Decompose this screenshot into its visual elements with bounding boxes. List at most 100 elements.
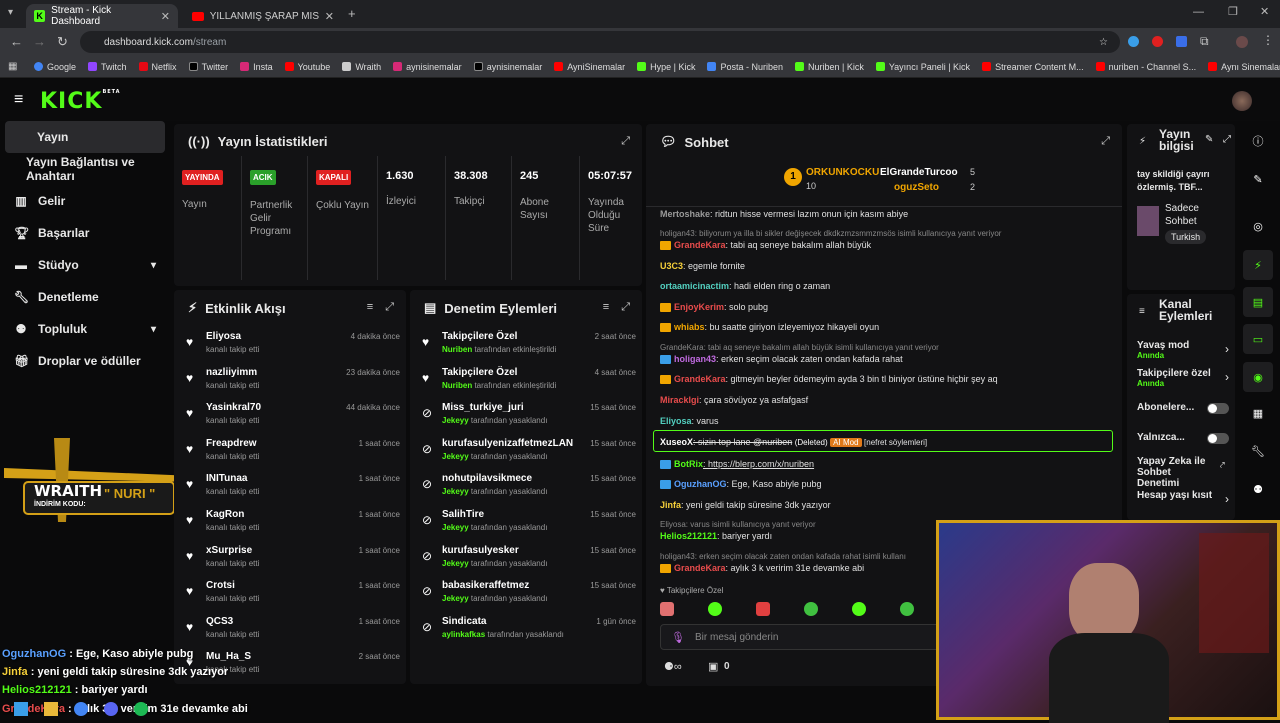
- emote-icon[interactable]: [756, 602, 770, 616]
- discord-icon[interactable]: [104, 702, 118, 716]
- chat-icon[interactable]: ▭: [1243, 324, 1273, 354]
- bookmark[interactable]: Aynı Sinemalar - Ça...: [1208, 62, 1280, 72]
- spotify-icon[interactable]: [134, 702, 148, 716]
- chat-username[interactable]: GrandeKara: [674, 563, 726, 573]
- tab-youtube[interactable]: YILLANMIŞ ŞARAP MİSALİ. | LO ✕: [184, 4, 342, 28]
- emote-icon[interactable]: [804, 602, 818, 616]
- bookmark[interactable]: Posta - Nuriben: [707, 62, 783, 72]
- microphone-icon[interactable]: 🎙︎: [671, 631, 685, 644]
- chat-input[interactable]: 🎙︎ Bir mesaj gönderin: [660, 624, 950, 650]
- infinity-icon[interactable]: ⚈∞: [664, 660, 682, 673]
- close-tab-icon[interactable]: ✕: [161, 10, 170, 23]
- chat-message[interactable]: whiabs: bu saatte giriyon izleyemiyoz hi…: [660, 322, 879, 333]
- channel-action-item[interactable]: Hesap yaşı kısıt ›: [1137, 490, 1229, 506]
- channel-action-item[interactable]: Yalnızca...: [1137, 432, 1229, 444]
- activity-row[interactable]: ♥ xSurprise kanalı takip etti 1 saat önce: [184, 540, 400, 576]
- chat-username[interactable]: EnjoyKerim: [674, 302, 724, 312]
- gift-icon[interactable]: ▣: [708, 660, 718, 673]
- chat-username[interactable]: GrandeKara: [674, 374, 726, 384]
- chat-username[interactable]: U3C3: [660, 261, 683, 271]
- chat-message[interactable]: holigan43: biliyorum ya illa bi sikler d…: [660, 228, 1001, 238]
- bookmark[interactable]: Streamer Content M...: [982, 62, 1084, 72]
- sidebar-item-yayin[interactable]: Yayın: [5, 121, 165, 153]
- toggle-switch[interactable]: [1207, 433, 1229, 444]
- moderation-row[interactable]: ⊘ babasikeraffetmez Jekeyy tarafından yasa…: [420, 575, 636, 611]
- bookmark[interactable]: aynisinemalar: [473, 62, 542, 72]
- sidebar-item-droplar[interactable]: 🎁︎ Droplar ve ödüller: [0, 345, 170, 377]
- bookmark[interactable]: Netflix: [138, 62, 177, 72]
- wrench-icon[interactable]: 🔧︎: [1243, 436, 1273, 466]
- chat-message[interactable]: Eliyosa: varus isimli kullanıcıya yanıt …: [660, 519, 816, 529]
- chat-message[interactable]: Mertoshake: ridtun hisse vermesi lazım o…: [660, 209, 908, 219]
- emote-icon[interactable]: [660, 602, 674, 616]
- bookmark[interactable]: Insta: [240, 62, 273, 72]
- channel-action-item[interactable]: Takipçilere özel Anında ›: [1137, 368, 1229, 388]
- maximize-icon[interactable]: ❐: [1228, 5, 1238, 18]
- bookmark[interactable]: AyniSinemalar: [554, 62, 625, 72]
- chat-username[interactable]: OguzhanOG: [674, 479, 727, 489]
- chat-message[interactable]: EnjoyKerim: solo pubg: [660, 302, 768, 313]
- bookmark-star-icon[interactable]: ☆: [1099, 37, 1108, 48]
- chat-message[interactable]: Helios212121: bariyer yardı: [660, 531, 772, 541]
- community-icon[interactable]: ⚉: [1243, 474, 1273, 504]
- emote-icon[interactable]: [708, 602, 722, 616]
- url-bar[interactable]: dashboard.kick.com/stream ☆: [80, 31, 1120, 53]
- kick-logo[interactable]: KICKBETA: [40, 89, 121, 114]
- extension-icon[interactable]: [1152, 36, 1163, 47]
- chat-username[interactable]: Mertoshake: [660, 209, 710, 219]
- extension-icon[interactable]: [1128, 36, 1139, 47]
- chat-message[interactable]: GrandeKara: tabi aq seneye bakalım allah…: [660, 240, 871, 251]
- user-avatar[interactable]: [1232, 91, 1252, 111]
- sidebar-item-basarilar[interactable]: 🏆︎ Başarılar: [0, 217, 170, 249]
- reload-icon[interactable]: ↻: [57, 34, 68, 50]
- chat-message[interactable]: ortaamicinactim: hadi elden ring o zaman: [660, 281, 830, 291]
- windows-start-icon[interactable]: [14, 702, 28, 716]
- moderation-row[interactable]: ⊘ nohutpilavsikmece Jekeyy tarafından yasa…: [420, 468, 636, 504]
- expand-icon[interactable]: ⤢: [1223, 134, 1231, 145]
- chat-message[interactable]: GrandeKara: aylık 3 k veririm 31e devamk…: [660, 563, 864, 574]
- document-icon[interactable]: ▤: [1243, 287, 1273, 317]
- chat-message[interactable]: XuseoX: sizin top lane @nuriben (Deleted…: [660, 437, 927, 447]
- activity-row[interactable]: ♥ Eliyosa kanalı takip etti 4 dakika önce: [184, 326, 400, 362]
- close-tab-icon[interactable]: ✕: [325, 10, 334, 23]
- activity-row[interactable]: ♥ nazliiyimm kanalı takip etti 23 dakika ön…: [184, 362, 400, 398]
- expand-icon[interactable]: ⤢: [1101, 135, 1110, 148]
- moderation-row[interactable]: ⊘ Miss_turkiye_juri Jekeyy tarafından yasa…: [420, 397, 636, 433]
- bookmark[interactable]: Youtube: [284, 62, 330, 72]
- activity-row[interactable]: ♥ KagRon kanalı takip etti 1 saat önce: [184, 504, 400, 540]
- expand-icon[interactable]: ⤢: [621, 301, 630, 314]
- chat-message[interactable]: holigan43: erken seçim olacak zaten onda…: [660, 551, 906, 561]
- folder-icon[interactable]: [44, 702, 58, 716]
- sidebar-item-stream-key[interactable]: Yayın Bağlantısı ve Anahtarı: [0, 153, 170, 185]
- chat-message[interactable]: GrandeKara: gitmeyin beyler ödemeyim ayd…: [660, 374, 998, 385]
- broadcast-icon[interactable]: ◉: [1243, 362, 1273, 392]
- chat-message[interactable]: Eliyosa: varus: [660, 416, 719, 426]
- bookmark[interactable]: Twitter: [188, 62, 228, 72]
- moderation-row[interactable]: ⊘ kurufasulyenizaffetmezLAN Jekeyy tarafın…: [420, 433, 636, 469]
- expand-icon[interactable]: ⤢: [621, 135, 630, 148]
- bookmark[interactable]: Hype | Kick: [637, 62, 695, 72]
- moderation-row[interactable]: ⊘ SalihTire Jekeyy tarafından yasaklandı 15…: [420, 504, 636, 540]
- sidebar-item-topluluk[interactable]: ⚉ Topluluk ▾: [0, 313, 170, 345]
- channel-action-item[interactable]: Abonelere...: [1137, 402, 1229, 414]
- chat-username[interactable]: Miracklgi: [660, 395, 699, 405]
- close-window-icon[interactable]: ✕: [1260, 5, 1269, 18]
- chat-message[interactable]: Jinfa: yeni geldi takip süresine 3dk yaz…: [660, 500, 831, 510]
- activity-row[interactable]: ♥ QCS3 kanalı takip etti 1 saat önce: [184, 611, 400, 647]
- expand-icon[interactable]: ⤢: [385, 301, 394, 314]
- moderation-row[interactable]: ⊘ Sindicata aylinkafkas tarafından yasakla…: [420, 611, 636, 647]
- chat-username[interactable]: Eliyosa: [660, 416, 692, 426]
- channel-action-item[interactable]: Yavaş mod Anında ›: [1137, 340, 1229, 360]
- sidebar-item-studyo[interactable]: ▬ Stüdyo ▾: [0, 249, 170, 281]
- pencil-icon[interactable]: ✎: [1243, 164, 1273, 194]
- activity-row[interactable]: ♥ INITunaa kanalı takip etti 1 saat önce: [184, 468, 400, 504]
- filter-icon[interactable]: ≡: [603, 301, 609, 314]
- apps-grid-icon[interactable]: ▦: [8, 61, 17, 72]
- chat-username[interactable]: XuseoX: [660, 437, 693, 447]
- emote-icon[interactable]: [900, 602, 914, 616]
- sidebar-item-gelir[interactable]: ▥ Gelir: [0, 185, 170, 217]
- info-icon[interactable]: ⓘ: [1243, 126, 1273, 156]
- activity-row[interactable]: ♥ Crotsi kanalı takip etti 1 saat önce: [184, 575, 400, 611]
- chat-message[interactable]: U3C3: egemle fornite: [660, 261, 745, 271]
- edit-icon[interactable]: ✎: [1205, 134, 1213, 145]
